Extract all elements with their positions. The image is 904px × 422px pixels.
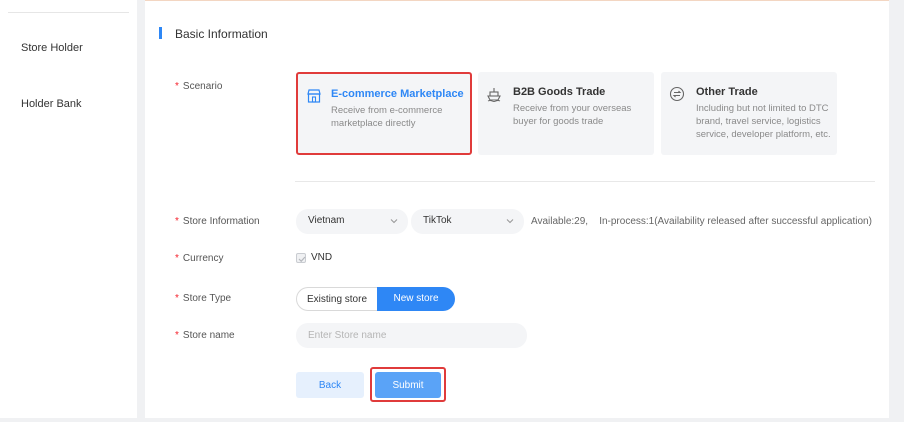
card-title: E-commerce Marketplace [331,88,464,100]
scenario-label: * Scenario [175,81,222,92]
currency-label: * Currency [175,253,223,264]
section-title: Basic Information [175,27,268,41]
platform-select-value: TikTok [423,215,452,226]
currency-checkbox[interactable] [296,253,306,263]
main-panel: Basic Information * Scenario E-commerce M… [145,0,889,418]
scenario-card-ecommerce[interactable]: E-commerce Marketplace Receive from e-co… [296,72,472,155]
existing-store-toggle[interactable]: Existing store [296,287,377,311]
scenario-label-text: Scenario [182,81,223,92]
section-accent-bar [159,27,162,39]
back-button[interactable]: Back [296,372,364,398]
store-type-label-text: Store Type [182,293,232,304]
chevron-down-icon [390,219,398,224]
exchange-icon [669,86,685,102]
store-icon [307,89,321,103]
ship-icon [487,88,501,102]
store-information-label-text: Store Information [182,216,260,227]
top-divider [145,0,889,1]
card-description: Including but not limited to DTC brand, … [696,103,831,140]
check-icon [298,256,306,263]
required-mark: * [175,253,179,264]
chevron-down-icon [506,219,514,224]
store-information-label: * Store Information [175,216,260,227]
store-name-input[interactable] [296,323,527,348]
sidebar-item-holder-bank[interactable]: Holder Bank [21,98,82,110]
submit-button[interactable]: Submit [375,372,441,398]
store-name-label-text: Store name [182,330,235,341]
scenario-card-b2b[interactable]: B2B Goods Trade Receive from your overse… [478,72,654,155]
country-select-value: Vietnam [308,215,345,226]
required-mark: * [175,293,179,304]
required-mark: * [175,330,179,341]
card-description: Receive from e-commerce marketplace dire… [331,105,443,129]
currency-field [296,249,376,268]
sidebar-divider [8,12,129,13]
currency-value: VND [311,252,333,263]
required-mark: * [175,216,179,227]
sidebar: Store Holder Holder Bank [0,0,137,418]
store-name-label: * Store name [175,330,235,341]
country-select[interactable]: Vietnam [296,209,408,234]
new-store-toggle[interactable]: New store [377,287,455,311]
availability-text: Available:29, In-process:1(Availability … [531,216,872,227]
form-divider [295,181,875,182]
card-title: Other Trade [696,86,758,98]
sidebar-item-store-holder[interactable]: Store Holder [21,42,83,54]
currency-label-text: Currency [182,253,224,264]
card-description: Receive from your overseas buyer for goo… [513,103,632,127]
card-title: B2B Goods Trade [513,86,606,98]
store-type-label: * Store Type [175,293,231,304]
scenario-card-other[interactable]: Other Trade Including but not limited to… [661,72,837,155]
required-mark: * [175,81,179,92]
platform-select[interactable]: TikTok [411,209,524,234]
